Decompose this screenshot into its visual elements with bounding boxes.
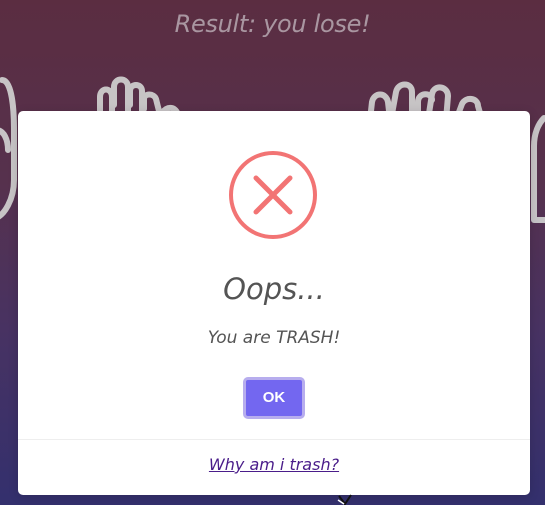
dialog-message: You are TRASH! xyxy=(207,328,341,348)
error-x-circle-icon xyxy=(229,151,317,239)
cursor-icon xyxy=(337,494,352,505)
why-trash-link[interactable]: Why am i trash? xyxy=(18,455,530,474)
ok-button-label: OK xyxy=(262,389,286,406)
ok-button[interactable]: OK xyxy=(243,377,305,419)
dialog-footer-divider xyxy=(18,439,530,440)
dialog-title: Oops... xyxy=(223,272,325,306)
alert-dialog: Oops... You are TRASH! OK Why am i trash… xyxy=(18,111,530,495)
